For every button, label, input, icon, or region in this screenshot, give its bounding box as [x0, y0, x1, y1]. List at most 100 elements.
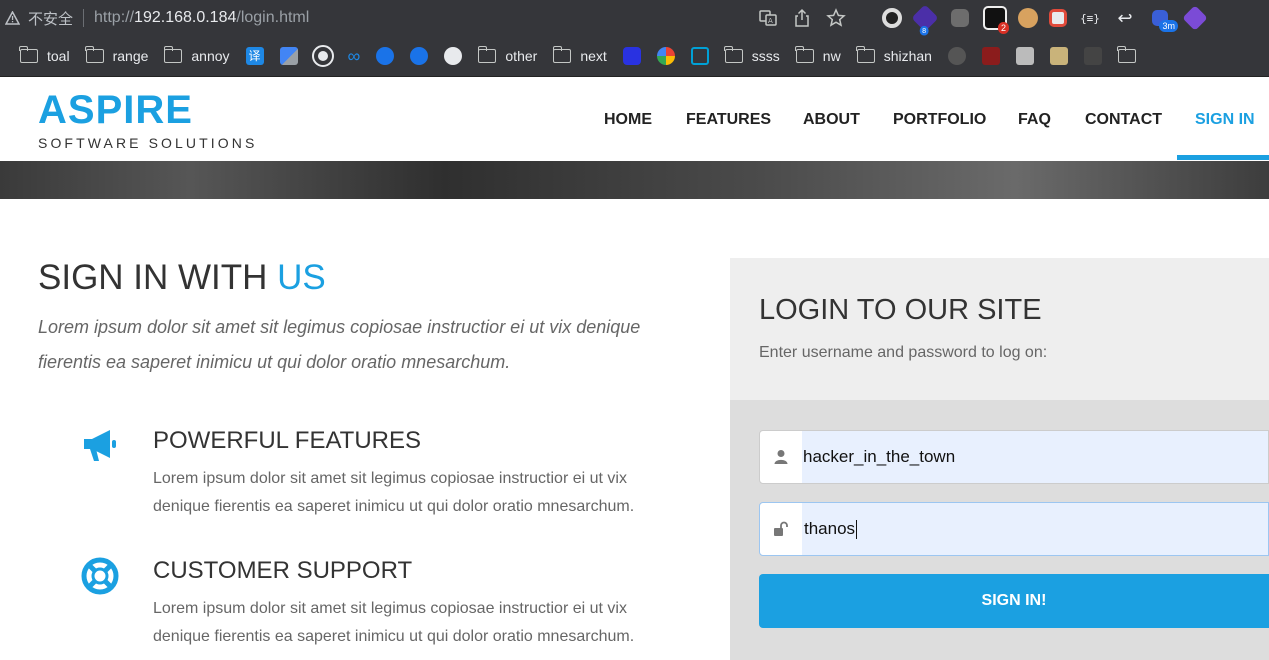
- nav-home[interactable]: HOME: [604, 111, 652, 129]
- bookmark-label: annoy: [191, 48, 230, 64]
- bookmark-folder-shizhan[interactable]: shizhan: [856, 44, 932, 68]
- extension-circle-icon[interactable]: [882, 8, 902, 28]
- nav-about[interactable]: ABOUT: [803, 111, 860, 129]
- login-subtitle: Enter username and password to log on:: [759, 344, 1048, 361]
- address-bar-actions: A: [758, 8, 846, 33]
- bilibili-icon: [690, 47, 709, 65]
- nav-sign-in[interactable]: SIGN IN: [1195, 111, 1255, 129]
- folder-icon: [84, 46, 104, 63]
- bookmark-feather-1[interactable]: [376, 44, 395, 68]
- extension-hourglass-icon[interactable]: 3m: [1152, 10, 1178, 32]
- bookmark-folder-next[interactable]: next: [552, 44, 607, 68]
- translate-icon: 译: [245, 47, 264, 65]
- sign-in-button[interactable]: SIGN IN!: [759, 574, 1269, 628]
- security-label[interactable]: 不安全: [28, 8, 73, 29]
- favicon-icon: [1049, 47, 1068, 65]
- bookmark-favicon-5[interactable]: [1083, 44, 1102, 68]
- favicon-icon: [1083, 47, 1102, 65]
- username-field[interactable]: hacker_in_the_town: [759, 430, 1269, 484]
- site-header: ASPIRE SOFTWARE SOLUTIONS HOME FEATURES …: [0, 78, 1269, 161]
- nav-contact[interactable]: CONTACT: [1085, 111, 1162, 129]
- page-title-main: SIGN IN WITH: [38, 258, 278, 297]
- username-input[interactable]: hacker_in_the_town: [802, 431, 1268, 483]
- nav-faq[interactable]: FAQ: [1018, 111, 1051, 129]
- extension-badge: 3m: [1159, 20, 1178, 32]
- bookmark-folder-annoy[interactable]: annoy: [163, 44, 230, 68]
- feature-title: CUSTOMER SUPPORT: [153, 557, 413, 584]
- bookmark-folder-range[interactable]: range: [84, 44, 149, 68]
- bookmark-favicon-2[interactable]: [981, 44, 1000, 68]
- bookmark-label: ssss: [751, 48, 780, 64]
- bookmark-folder-ssss[interactable]: ssss: [724, 44, 780, 68]
- nav-features[interactable]: FEATURES: [686, 111, 771, 129]
- folder-icon: [477, 46, 497, 63]
- login-title: LOGIN TO OUR SITE: [759, 294, 1042, 326]
- extension-braces-icon[interactable]: {≡}: [1078, 12, 1102, 25]
- site-logo-tagline: SOFTWARE SOLUTIONS: [38, 135, 258, 151]
- bookmark-favicon-1[interactable]: [947, 44, 966, 68]
- bookmark-bilibili[interactable]: [690, 44, 709, 68]
- bookmark-google-translate[interactable]: [279, 44, 298, 68]
- folder-icon: [724, 46, 743, 63]
- bookmark-cloud[interactable]: ∞: [348, 44, 361, 68]
- login-panel: LOGIN TO OUR SITE Enter username and pas…: [730, 258, 1269, 660]
- bookmark-favicon-4[interactable]: [1049, 44, 1068, 68]
- svg-text:A: A: [768, 17, 773, 25]
- feather-icon: [376, 47, 395, 65]
- bookmark-favicon-3[interactable]: [1015, 44, 1034, 68]
- page-title-accent: US: [277, 258, 326, 297]
- extension-puzzle-icon[interactable]: [951, 9, 969, 27]
- google-translate-icon: [279, 47, 298, 65]
- bookmark-feather-2[interactable]: [410, 44, 429, 68]
- bookmark-folder-toal[interactable]: toal: [19, 44, 70, 68]
- extension-glasses-icon[interactable]: 2: [983, 6, 1009, 34]
- tshirt-icon: [1015, 47, 1034, 65]
- translate-page-icon[interactable]: A: [758, 8, 778, 33]
- bookmark-globe[interactable]: [444, 44, 463, 68]
- baidu-icon: [622, 47, 641, 65]
- bookmark-baidu[interactable]: [622, 44, 641, 68]
- url-prefix: http://: [94, 9, 135, 26]
- user-icon: [760, 431, 802, 483]
- bookmark-folder-nw[interactable]: nw: [795, 44, 841, 68]
- bookmark-folder-more[interactable]: [1117, 44, 1136, 68]
- favicon-icon: [947, 47, 966, 65]
- megaphone-icon: [80, 425, 120, 465]
- feature-title: POWERFUL FEATURES: [153, 427, 422, 454]
- lifebuoy-icon: [80, 556, 120, 596]
- bookmark-star-icon[interactable]: [826, 8, 846, 33]
- url-field[interactable]: http://192.168.0.184/login.html: [94, 9, 309, 27]
- bookmark-google[interactable]: [656, 44, 675, 68]
- bookmark-label: other: [505, 48, 538, 64]
- url-path: /login.html: [236, 9, 310, 26]
- extension-gem-icon[interactable]: [1182, 5, 1208, 31]
- feature-text: Lorem ipsum dolor sit amet sit legimus c…: [153, 600, 635, 645]
- bookmark-folder-other[interactable]: other: [477, 44, 538, 68]
- browser-address-bar: 不安全 http://192.168.0.184/login.html A 8 …: [0, 0, 1269, 36]
- site-logo[interactable]: ASPIRE: [38, 88, 193, 133]
- bookmarks-bar: toal range annoy 译 ∞ other next ssss nw …: [0, 36, 1269, 77]
- extension-owl-icon[interactable]: [1018, 8, 1038, 28]
- password-field[interactable]: thanos: [759, 502, 1269, 556]
- hero-image-strip: [0, 161, 1269, 199]
- warning-icon[interactable]: [4, 10, 20, 26]
- share-icon[interactable]: [792, 8, 812, 33]
- url-host: 192.168.0.184: [134, 9, 237, 26]
- page-title: SIGN IN WITH US: [38, 258, 326, 298]
- password-input[interactable]: thanos: [802, 503, 1268, 555]
- bookmark-label: toal: [47, 48, 70, 64]
- extension-hook-icon[interactable]: ↩: [1113, 8, 1137, 29]
- extension-badge: 2: [997, 22, 1009, 34]
- extension-red-icon[interactable]: [1049, 9, 1067, 27]
- extension-icons: 8 2 {≡} ↩ 3m: [882, 4, 1208, 36]
- bookmark-label: shizhan: [883, 48, 932, 64]
- extension-cube-icon[interactable]: 8: [911, 4, 939, 36]
- favicon-icon: [981, 47, 1000, 65]
- bookmark-github[interactable]: [311, 44, 334, 68]
- address-separator: [83, 9, 85, 27]
- bookmark-label: range: [112, 48, 149, 64]
- nav-portfolio[interactable]: PORTFOLIO: [893, 111, 986, 129]
- folder-icon: [552, 46, 572, 63]
- bookmark-translate[interactable]: 译: [245, 44, 264, 68]
- folder-icon: [856, 46, 875, 63]
